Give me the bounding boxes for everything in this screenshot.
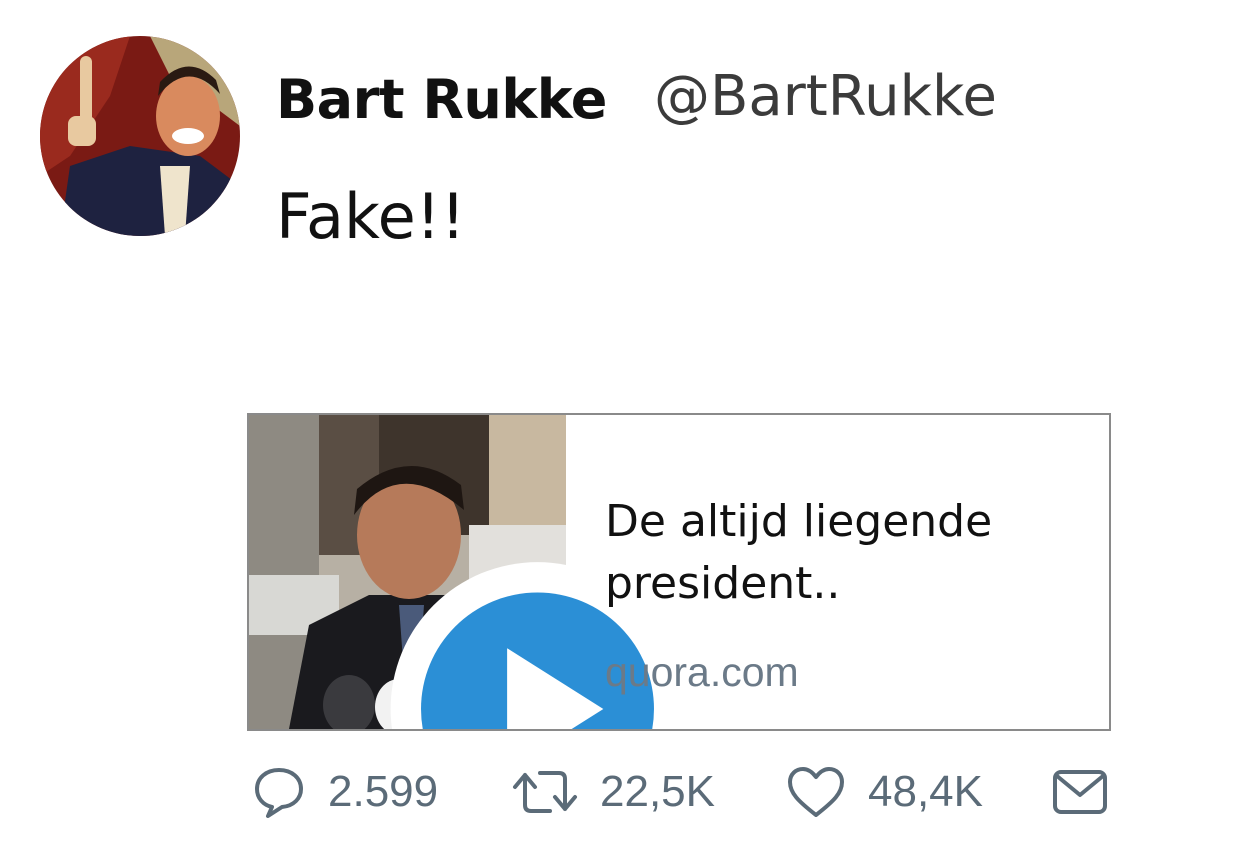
direct-message-button[interactable] — [1052, 760, 1108, 824]
card-title[interactable]: De altijd liegende president.. — [605, 491, 1075, 615]
reply-count: 2.599 — [328, 767, 439, 816]
author-name[interactable]: Bart Rukke — [276, 68, 607, 131]
like-count: 48,4K — [868, 767, 983, 816]
card-thumbnail[interactable] — [249, 415, 685, 729]
reply-button[interactable]: 2.599 — [252, 760, 438, 824]
retweet-count: 22,5K — [600, 767, 715, 816]
like-button[interactable]: 48,4K — [786, 760, 983, 824]
heart-icon — [788, 767, 844, 817]
tweet-text: Fake!! — [276, 180, 466, 253]
envelope-icon — [1053, 770, 1107, 814]
card-domain: quora.com — [605, 649, 799, 695]
reply-icon — [255, 768, 303, 818]
tweet-actions: 2.599 22,5K 48,4K — [0, 760, 1255, 824]
link-card[interactable]: De altijd liegende president.. quora.com — [247, 413, 1111, 731]
retweet-button[interactable]: 22,5K — [512, 760, 715, 824]
retweet-icon — [513, 771, 577, 813]
avatar-image — [40, 36, 240, 236]
author-handle[interactable]: @BartRukke — [654, 64, 997, 129]
author-avatar[interactable] — [40, 36, 240, 236]
